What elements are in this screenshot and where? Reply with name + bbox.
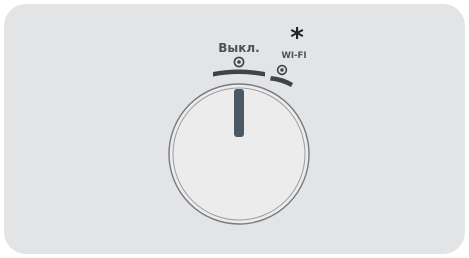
wifi-position-marker: [270, 76, 293, 87]
off-target-dot-icon: [233, 56, 245, 68]
wifi-position-label: WI-FI: [281, 51, 306, 61]
wifi-target-dot-icon: [276, 64, 288, 76]
device-panel-stage: Выкл. * WI-FI: [0, 0, 469, 258]
knob-pointer: [234, 89, 244, 137]
off-position-marker: [213, 69, 265, 77]
off-position-label: Выкл.: [218, 41, 260, 55]
selector-illustration: Выкл. * WI-FI: [168, 23, 310, 225]
wifi-asterisk-icon: *: [290, 23, 304, 53]
mode-selector-knob[interactable]: [168, 83, 310, 225]
